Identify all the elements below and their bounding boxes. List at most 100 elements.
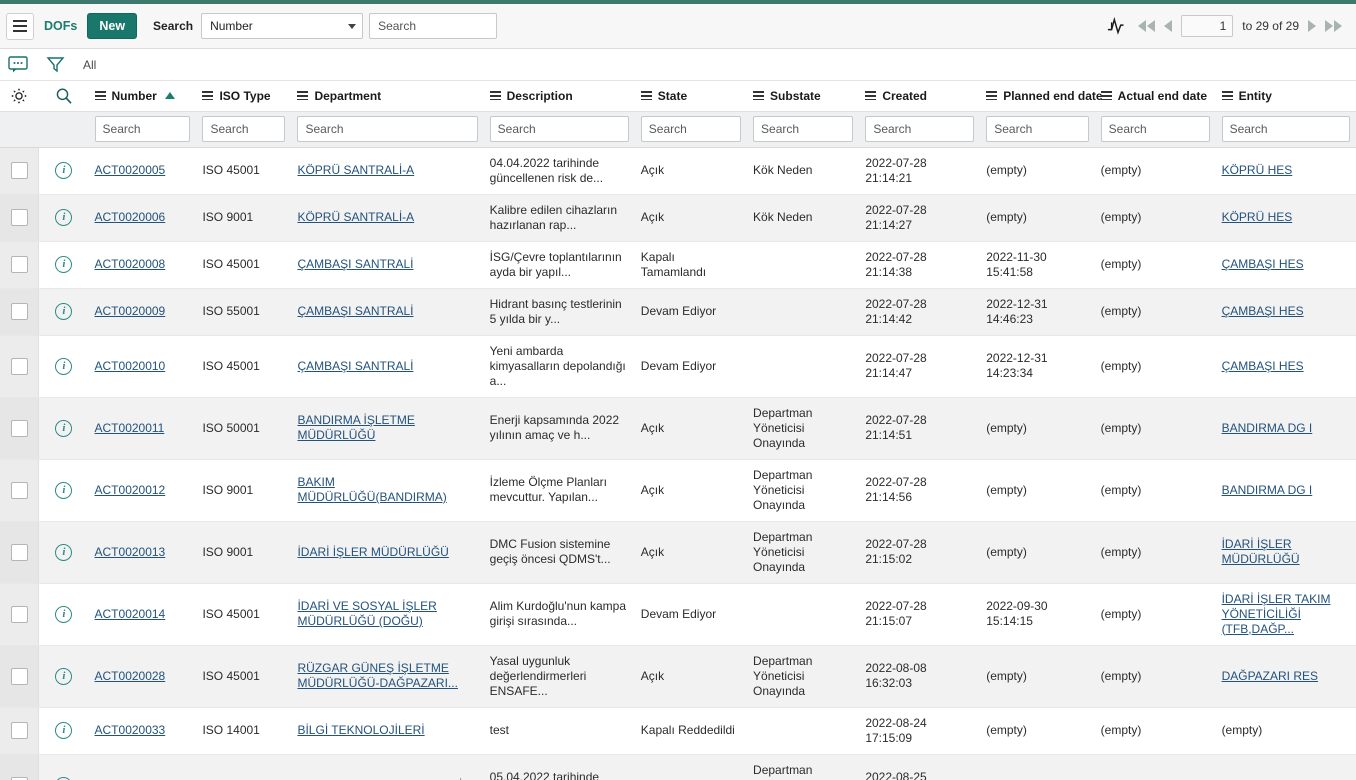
row-checkbox[interactable] [10,667,28,685]
table-row[interactable]: i ACT0020012 ISO 9001 BAKIM MÜDÜRLÜĞÜ(BANDI… [0,459,1356,522]
filter-all-label[interactable]: All [83,58,96,72]
column-header-department[interactable]: Department [291,81,484,112]
filter-input-actual-end-date[interactable]: Search [1100,116,1210,142]
link-entity[interactable]: BANDIRMA DG I [1222,421,1313,435]
info-icon[interactable]: i [55,357,73,375]
app-brand-dofs[interactable]: DOFs [44,19,77,33]
row-checkbox[interactable] [10,256,28,273]
new-button[interactable]: New [87,13,138,39]
info-icon[interactable]: i [55,481,73,499]
activity-pulse-icon[interactable] [1107,16,1129,36]
row-checkbox[interactable] [10,543,28,561]
link-department[interactable]: KÖPRÜ SANTRALİ-A [297,163,414,177]
table-row[interactable]: i ACT0020010 ISO 45001 ÇAMBAŞI SANTRALİ Yeni… [0,335,1356,398]
comment-dots-icon[interactable] [8,56,28,73]
row-checkbox[interactable] [10,776,28,780]
search-field-select[interactable]: Number [201,13,364,39]
last-page-button[interactable] [1325,20,1342,32]
row-checkbox[interactable] [10,303,28,320]
column-header-description[interactable]: Description [483,81,635,112]
column-header-number[interactable]: Number [88,81,197,112]
filter-input-description[interactable]: Search [489,116,629,142]
column-header-created[interactable]: Created [859,81,981,112]
column-menu-icon[interactable] [1100,91,1112,101]
table-row[interactable]: i ACT0020014 ISO 45001 İDARİ VE SOSYAL İŞLE… [0,583,1356,646]
column-header-entity[interactable]: Entity [1215,81,1356,112]
link-department[interactable]: RÜZGAR GÜNEŞ İŞLETME MÜDÜRLÜĞÜ-DAĞPAZARI… [297,661,457,690]
link-department[interactable]: İDARİ İŞLER MÜDÜRLÜĞÜ [297,545,448,559]
link-number[interactable]: ACT0020012 [95,483,166,497]
link-number[interactable]: ACT0020006 [95,210,166,224]
link-department[interactable]: BİLGİ TEKNOLOJİLERİ [297,723,424,737]
column-menu-icon[interactable] [640,91,652,101]
link-department[interactable]: İDARİ VE SOSYAL İŞLER MÜDÜRLÜĞÜ (DOĞU) [297,599,436,628]
link-entity[interactable]: BANDIRMA DG I [1222,483,1313,497]
link-entity[interactable]: KÖPRÜ HES [1222,210,1293,224]
link-entity[interactable]: İDARİ İŞLER TAKIM YÖNETİCİLİĞİ (TFB,DAĞP… [1222,592,1331,636]
gear-icon[interactable] [0,87,39,105]
filter-input-planned-end-date[interactable]: Search [986,116,1089,142]
link-department[interactable]: ÇAMBAŞI SANTRALİ [297,359,413,373]
column-menu-icon[interactable] [753,91,765,101]
info-icon[interactable]: i [55,256,73,273]
column-header-iso-type[interactable]: ISO Type [196,81,292,112]
link-department[interactable]: KÖPRÜ SANTRALİ-A [297,210,414,224]
info-icon[interactable]: i [55,209,73,226]
link-entity[interactable]: ÇAMBAŞI HES [1222,359,1304,373]
column-menu-icon[interactable] [489,91,501,101]
filter-input-substate[interactable]: Search [753,116,854,142]
link-department[interactable]: BANDIRMA İŞLETME MÜDÜRLÜĞÜ [297,413,414,442]
row-checkbox[interactable] [10,481,28,499]
row-checkbox[interactable] [10,722,28,739]
column-menu-icon[interactable] [202,91,214,101]
prev-page-button[interactable] [1164,20,1173,32]
funnel-icon[interactable] [46,55,65,74]
page-number-input[interactable]: 1 [1181,15,1234,37]
link-entity[interactable]: DAĞPAZARI RES [1222,669,1318,683]
link-entity[interactable]: ÇAMBAŞI HES [1222,257,1304,271]
link-number[interactable]: ACT0020013 [95,545,166,559]
link-number[interactable]: ACT0020010 [95,359,166,373]
table-row[interactable]: i ACT0020011 ISO 50001 BANDIRMA İŞLETME MÜD… [0,397,1356,460]
table-row[interactable]: i ACT0020037ISO 45001MENGE&KUŞAKLI SANTRA… [0,754,1356,780]
table-row[interactable]: i ACT0020009 ISO 55001 ÇAMBAŞI SANTRALİ Hidr… [0,288,1356,336]
link-entity[interactable]: ÇAMBAŞI HES [1222,304,1304,318]
next-page-button[interactable] [1308,20,1316,32]
row-checkbox[interactable] [10,419,28,437]
column-header-substate[interactable]: Substate [747,81,860,112]
link-number[interactable]: ACT0020008 [95,257,166,271]
info-icon[interactable]: i [55,543,73,561]
info-icon[interactable]: i [55,776,73,780]
column-header-actual-end-date[interactable]: Actual end date [1094,81,1216,112]
search-input[interactable]: Search [369,13,498,39]
link-number[interactable]: ACT0020033 [95,723,166,737]
table-row[interactable]: i ACT0020005 ISO 45001 KÖPRÜ SANTRALİ-A 04.0… [0,147,1356,195]
table-row[interactable]: i ACT0020006 ISO 9001 KÖPRÜ SANTRALİ-A Kalib… [0,194,1356,242]
table-row[interactable]: i ACT0020028 ISO 45001 RÜZGAR GÜNEŞ İŞLETME… [0,645,1356,708]
link-entity[interactable]: İDARİ İŞLER MÜDÜRLÜĞÜ [1222,537,1300,566]
link-department[interactable]: BAKIM MÜDÜRLÜĞÜ(BANDIRMA) [297,475,446,504]
link-department[interactable]: ÇAMBAŞI SANTRALİ [297,304,413,318]
info-icon[interactable]: i [55,605,73,623]
info-icon[interactable]: i [55,162,73,179]
hamburger-icon[interactable] [6,12,34,40]
row-checkbox[interactable] [10,162,28,179]
column-header-state[interactable]: State [634,81,748,112]
column-menu-icon[interactable] [1221,91,1233,101]
table-row[interactable]: i ACT0020013 ISO 9001 İDARİ İŞLER MÜDÜRLÜĞÜ… [0,521,1356,584]
filter-input-number[interactable]: Search [94,116,191,142]
row-checkbox[interactable] [10,357,28,375]
magnifier-icon[interactable] [39,87,89,105]
first-page-button[interactable] [1138,20,1156,32]
filter-input-entity[interactable]: Search [1221,116,1350,142]
column-menu-icon[interactable] [297,91,309,101]
column-menu-icon[interactable] [94,91,106,101]
link-number[interactable]: ACT0020009 [95,304,166,318]
filter-input-state[interactable]: Search [640,116,742,142]
filter-input-created[interactable]: Search [865,116,975,142]
link-entity[interactable]: KÖPRÜ HES [1222,163,1293,177]
column-menu-icon[interactable] [865,91,877,101]
column-menu-icon[interactable] [986,91,998,101]
link-number[interactable]: ACT0020011 [95,421,165,435]
info-icon[interactable]: i [55,419,73,437]
